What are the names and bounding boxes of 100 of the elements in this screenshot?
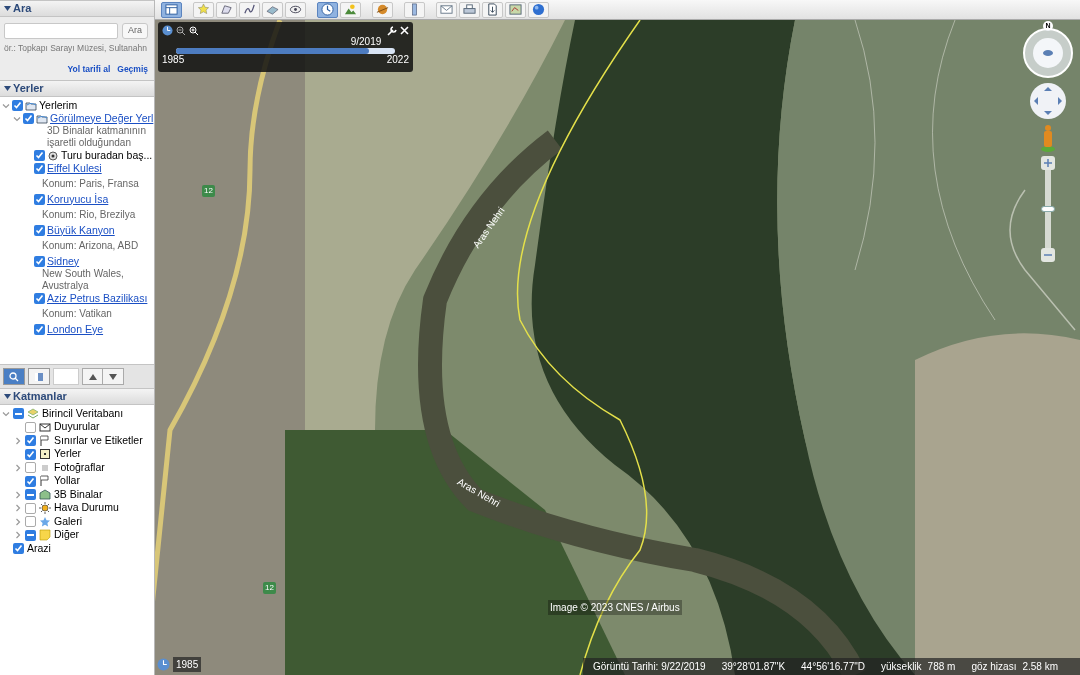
checkbox[interactable] (25, 435, 36, 447)
place-description: New South Wales, Avustralya (41, 268, 125, 292)
layer-label[interactable]: Arazi (27, 540, 51, 557)
zoom-out-icon[interactable] (176, 25, 186, 36)
eye-altitude-value: 2.58 km (1022, 660, 1058, 674)
place-description: Konum: Arizona, ABD (41, 239, 140, 253)
toolbar-button[interactable] (216, 1, 237, 18)
eye-altitude-label: göz hizası (971, 660, 1017, 674)
chevron-icon[interactable] (14, 517, 22, 526)
search-field[interactable] (4, 23, 118, 39)
link[interactable]: Geçmiş (117, 62, 148, 76)
imagery-date: Görüntü Tarihi: 9/22/2019 (593, 660, 706, 674)
zoom-out-button[interactable] (1041, 248, 1055, 262)
checkbox[interactable] (34, 225, 45, 236)
checkbox[interactable] (25, 421, 36, 433)
checkbox[interactable] (34, 163, 45, 174)
checkbox[interactable] (34, 324, 45, 335)
search-icon (9, 371, 19, 382)
layer-label[interactable]: Birincil Veritabanı (42, 405, 124, 422)
planet-icon (376, 3, 389, 16)
place-link[interactable]: London Eye (47, 321, 104, 338)
checkbox[interactable] (34, 194, 45, 205)
square-icon (39, 448, 51, 461)
zoom-in-button[interactable] (1041, 156, 1055, 170)
chevron-icon[interactable] (2, 101, 10, 110)
minus-icon (1044, 251, 1052, 259)
search-button[interactable]: Ara (122, 23, 148, 39)
toolbar-button[interactable] (436, 1, 457, 18)
toolbar-button[interactable] (459, 1, 480, 18)
text-field[interactable] (53, 368, 79, 385)
sun-icon (39, 502, 51, 515)
toolbar-button[interactable] (528, 1, 549, 18)
toolbar-button[interactable] (161, 1, 182, 18)
polygon-icon (220, 3, 233, 16)
chevron-icon[interactable] (14, 504, 22, 513)
place-link[interactable]: Büyük Kanyon (47, 222, 115, 239)
search-toggle-button[interactable] (3, 368, 25, 385)
checkbox[interactable] (25, 529, 36, 541)
clock-icon (321, 3, 334, 16)
panel-header[interactable]: Ara (0, 0, 154, 17)
elevation-label: yükseklik (881, 660, 922, 674)
checkbox[interactable] (25, 516, 36, 528)
chevron-icon[interactable] (14, 490, 22, 499)
toolbar-button[interactable] (372, 1, 393, 18)
place-description: Konum: Paris, Fransa (41, 177, 140, 191)
plus-icon (1044, 159, 1052, 167)
checkbox[interactable] (25, 502, 36, 514)
layer-label[interactable]: Diğer (54, 527, 80, 544)
sunrise-icon (344, 3, 357, 16)
toolbar-button[interactable] (340, 1, 361, 18)
toolbar-button[interactable] (285, 1, 306, 18)
triangle-icon (4, 85, 11, 92)
star-icon (39, 515, 51, 528)
checkbox[interactable] (34, 256, 45, 267)
checkbox[interactable] (25, 475, 36, 487)
checkbox[interactable] (13, 543, 24, 555)
place-link[interactable]: Aziz Petrus Bazilikası (47, 290, 148, 307)
checkbox[interactable] (34, 293, 45, 304)
toolbar-button[interactable] (404, 1, 425, 18)
place-link[interactable]: Koruyucu İsa (47, 191, 109, 208)
printer-icon (463, 3, 476, 16)
checkbox[interactable] (25, 489, 36, 501)
triangle-icon (4, 393, 11, 400)
chevron-icon[interactable] (2, 409, 10, 418)
map-icon (509, 3, 522, 16)
panel-header[interactable]: Yerler (0, 80, 154, 97)
look-control-icon[interactable] (1022, 28, 1074, 78)
view-toggle-button[interactable] (28, 368, 50, 385)
historical-year-label: 1985 (173, 657, 202, 672)
envelope-icon (440, 3, 453, 16)
toolbar-button[interactable] (317, 1, 338, 18)
checkbox[interactable] (13, 408, 24, 420)
layers-icon (27, 407, 39, 420)
move-control-icon[interactable] (1029, 82, 1067, 120)
toolbar-button[interactable] (482, 1, 503, 18)
building-icon (39, 488, 51, 501)
globe-icon (532, 3, 545, 16)
panel-header[interactable]: Katmanlar (0, 388, 154, 405)
checkbox[interactable] (25, 462, 36, 474)
latitude: 39°28'01.87"K (721, 660, 786, 674)
checkbox[interactable] (12, 100, 23, 111)
elevation-value: 788 m (927, 660, 956, 674)
checkbox[interactable] (25, 448, 36, 460)
chevron-icon[interactable] (14, 531, 22, 540)
toolbar-button[interactable] (505, 1, 526, 18)
chevron-icon[interactable] (13, 114, 21, 123)
checkbox[interactable] (34, 150, 45, 161)
chevron-icon[interactable] (14, 436, 22, 445)
close-icon[interactable] (400, 26, 409, 35)
checkbox[interactable] (23, 113, 34, 124)
clock-icon[interactable] (162, 25, 173, 36)
zoom-slider-thumb[interactable] (1041, 206, 1055, 212)
link[interactable]: Yol tarifi al (67, 62, 111, 76)
toolbar-button[interactable] (239, 1, 260, 18)
place-link[interactable]: Sidney (47, 253, 80, 270)
toolbar-button[interactable] (262, 1, 283, 18)
wrench-icon[interactable] (387, 25, 397, 36)
zoom-in-icon[interactable] (189, 25, 199, 36)
chevron-icon[interactable] (14, 463, 22, 472)
road-number: 12 (263, 582, 276, 594)
